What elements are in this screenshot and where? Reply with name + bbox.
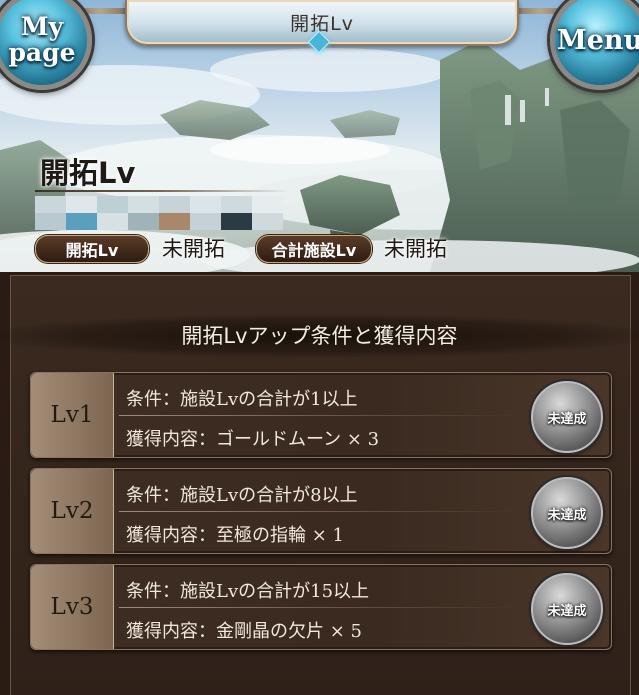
level-reward: 獲得内容：金剛晶の欠片 × 5 <box>126 621 362 642</box>
stat-label: 開拓Lv <box>65 241 119 260</box>
menu-label: Menu <box>556 24 639 56</box>
row-divider <box>119 607 519 608</box>
level-row-1: Lv1 条件：施設Lvの合計が1以上 獲得内容：ゴールドムーン × 3 未達成 <box>30 372 612 458</box>
row-divider <box>119 415 519 416</box>
level-reward: 獲得内容：ゴールドムーン × 3 <box>126 429 380 450</box>
level-condition: 条件：施設Lvの合計が1以上 <box>126 389 358 410</box>
level-row-3: Lv3 条件：施設Lvの合計が15以上 獲得内容：金剛晶の欠片 × 5 未達成 <box>30 564 612 650</box>
level-condition: 条件：施設Lvの合計が8以上 <box>126 485 358 506</box>
level-condition: 条件：施設Lvの合計が15以上 <box>126 581 370 602</box>
page-title: 開拓Lv <box>290 12 354 35</box>
status-badge[interactable]: 未達成 <box>531 573 603 645</box>
stat-chip-pioneer-lv: 開拓Lv <box>35 235 149 263</box>
level-label: Lv2 <box>31 469 114 553</box>
level-row-2: Lv2 条件：施設Lvの合計が8以上 獲得内容：至極の指輪 × 1 未達成 <box>30 468 612 554</box>
level-label: Lv3 <box>31 565 114 649</box>
banner-heading: 開拓Lv <box>40 156 136 190</box>
status-badge[interactable]: 未達成 <box>531 477 603 549</box>
mypage-label-line2: page <box>8 38 76 67</box>
row-divider <box>119 511 519 512</box>
level-label: Lv1 <box>31 373 114 457</box>
mypage-label-line1: My <box>20 12 64 41</box>
heading-divider <box>35 190 291 192</box>
stat-label: 合計施設Lv <box>271 241 357 260</box>
stat-value-pioneer-lv: 未開拓 <box>162 237 225 261</box>
pixelated-redaction <box>35 196 283 230</box>
status-badge[interactable]: 未達成 <box>531 381 603 453</box>
section-title: 開拓Lvアップ条件と獲得内容 <box>0 315 639 357</box>
level-reward: 獲得内容：至極の指輪 × 1 <box>126 525 344 546</box>
stat-chip-total-facility-lv: 合計施設Lv <box>256 235 372 263</box>
header-bar: 開拓Lv <box>125 0 519 54</box>
stat-value-total-facility-lv: 未開拓 <box>384 237 447 261</box>
